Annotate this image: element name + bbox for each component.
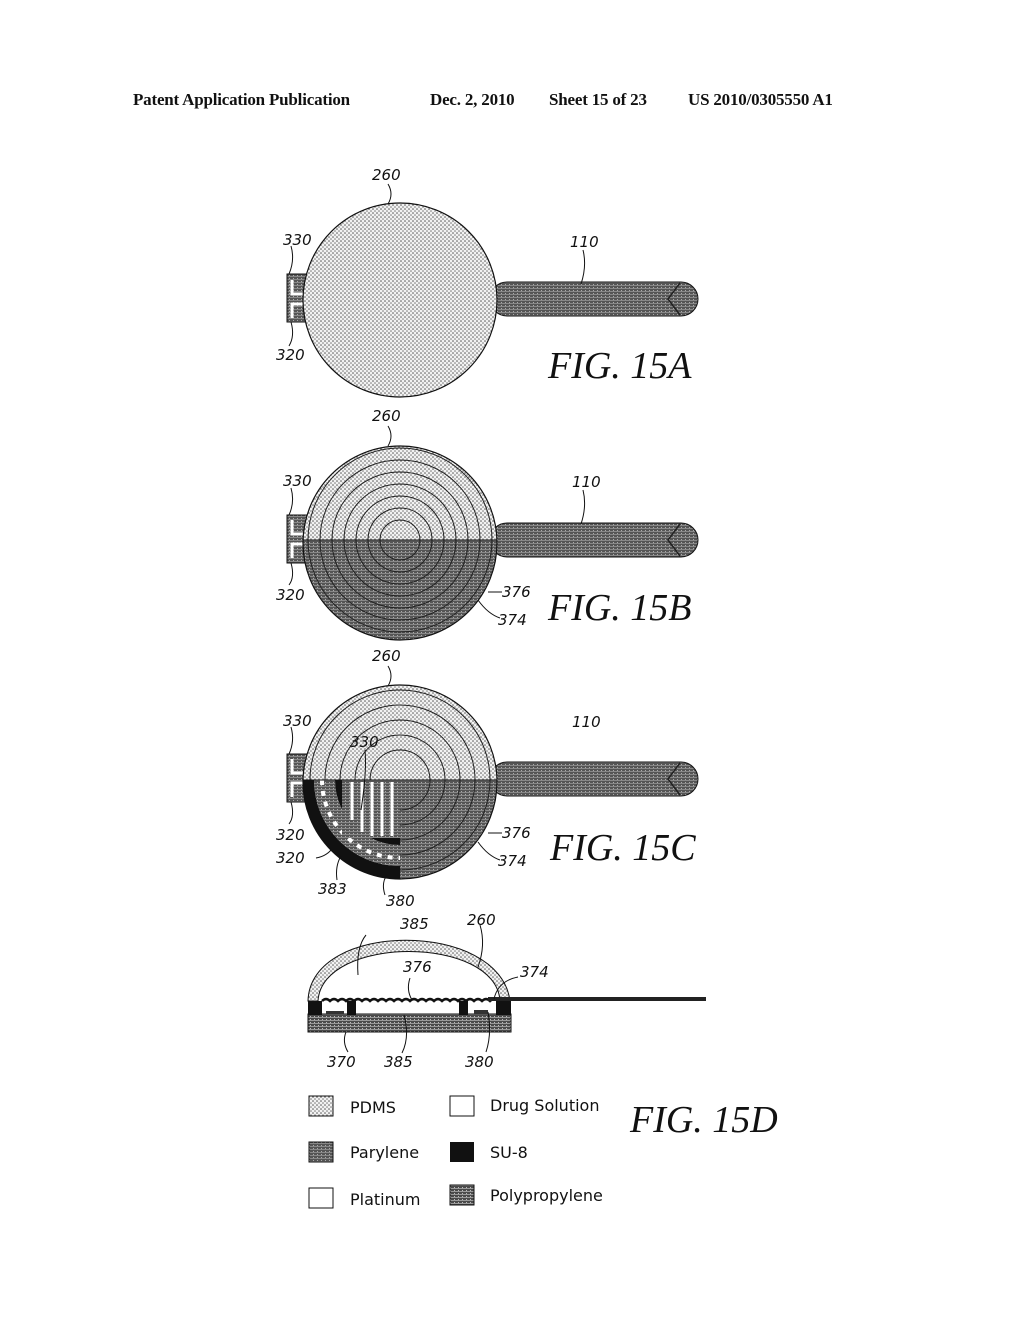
label-320-lower: 320 <box>276 849 305 867</box>
label-374: 374 <box>520 963 549 981</box>
swatch-su8 <box>450 1142 474 1162</box>
label-110: 110 <box>570 233 599 251</box>
parylene-lower-right <box>400 780 497 879</box>
leader-260 <box>387 425 392 447</box>
label-376: 376 <box>502 824 531 842</box>
pdms-reservoir <box>302 202 498 398</box>
label-110: 110 <box>572 713 601 731</box>
parylene-lower-half <box>303 540 497 640</box>
label-260: 260 <box>372 647 401 665</box>
caption-15b: FIG. 15B <box>547 587 692 629</box>
label-110: 110 <box>572 473 601 491</box>
fig-15b: 260 330 320 110 376 374 FIG. 15B <box>276 407 699 641</box>
fig-15a: 260 330 320 110 FIG. 15A <box>276 166 699 398</box>
label-260: 260 <box>467 911 496 929</box>
label-385-top: 385 <box>400 915 429 933</box>
pdms-upper-half <box>303 446 497 540</box>
label-376: 376 <box>502 583 531 601</box>
leader-260 <box>387 665 392 687</box>
label-260: 260 <box>372 407 401 425</box>
caption-15a: FIG. 15A <box>547 345 692 387</box>
label-370: 370 <box>327 1053 356 1071</box>
electrode-380 <box>474 1010 488 1014</box>
cannula-110 <box>489 522 699 558</box>
label-330-inner: 330 <box>350 733 379 751</box>
leader-320 <box>288 562 294 586</box>
leader-330 <box>288 726 294 755</box>
label-330: 330 <box>283 712 312 730</box>
interdigitated-electrodes-330 <box>342 780 400 838</box>
leader-383 <box>336 855 342 881</box>
leader-320 <box>288 321 294 347</box>
caption-15c: FIG. 15C <box>549 827 696 869</box>
swatch-pdms <box>308 1095 334 1117</box>
legend-label-platinum: Platinum <box>350 1190 420 1209</box>
patent-drawing: 260 330 320 110 FIG. 15A 260 330 320 110 <box>276 166 778 1209</box>
label-380: 380 <box>386 892 415 910</box>
swatch-platinum <box>308 1187 334 1209</box>
leader-110 <box>580 489 586 525</box>
label-330: 330 <box>283 231 312 249</box>
label-320: 320 <box>276 586 305 604</box>
swatch-polypropylene <box>449 1184 475 1206</box>
legend-label-parylene: Parylene <box>350 1143 419 1162</box>
leader-110 <box>580 249 586 285</box>
leader-320 <box>288 801 294 825</box>
label-374: 374 <box>498 611 527 629</box>
leader-374 <box>477 599 501 619</box>
caption-15d: FIG. 15D <box>629 1099 778 1141</box>
label-376: 376 <box>403 958 432 976</box>
leader-330 <box>288 245 294 275</box>
label-374: 374 <box>498 852 527 870</box>
label-385-bottom: 385 <box>384 1053 413 1071</box>
leader-374 <box>477 841 501 861</box>
swatch-parylene <box>308 1141 334 1163</box>
label-380: 380 <box>465 1053 494 1071</box>
leader-370 <box>343 1031 349 1053</box>
swatch-drug-solution <box>449 1095 475 1117</box>
electrode-left <box>326 1011 344 1014</box>
label-383: 383 <box>318 880 347 898</box>
cannula-110-side <box>488 997 706 1001</box>
leader-330 <box>288 487 294 516</box>
legend-label-drug-solution: Drug Solution <box>490 1096 599 1115</box>
label-320: 320 <box>276 346 305 364</box>
label-330: 330 <box>283 472 312 490</box>
polypropylene-base-370 <box>307 1013 512 1033</box>
label-260: 260 <box>372 166 401 184</box>
material-legend: PDMS Drug Solution Parylene SU-8 Platinu… <box>308 1095 603 1209</box>
pdms-upper-half <box>303 685 497 780</box>
legend-label-polypropylene: Polypropylene <box>490 1186 603 1205</box>
leader-260 <box>387 183 392 205</box>
legend-label-su8: SU-8 <box>490 1143 528 1162</box>
cannula-110 <box>489 761 699 797</box>
label-320: 320 <box>276 826 305 844</box>
cannula-110 <box>489 281 699 317</box>
legend-label-pdms: PDMS <box>350 1098 396 1117</box>
leader-376 <box>407 977 413 1001</box>
fig-15c: 260 330 330 320 320 383 380 110 376 374 … <box>276 647 699 910</box>
corrugated-membrane-376 <box>321 997 499 1003</box>
